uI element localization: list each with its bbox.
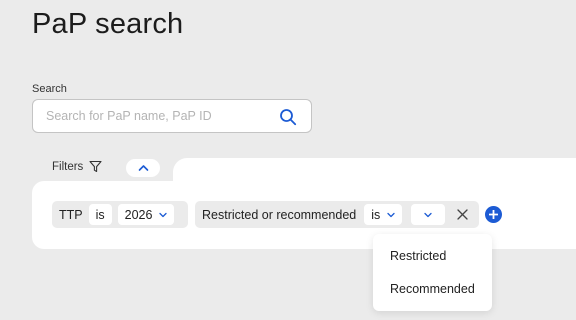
dropdown-option-recommended[interactable]: Recommended bbox=[390, 282, 475, 296]
add-filter-button[interactable] bbox=[485, 206, 502, 223]
filters-header[interactable]: Filters bbox=[52, 160, 102, 173]
plus-icon bbox=[489, 210, 498, 219]
chevron-down-icon bbox=[159, 212, 168, 217]
dropdown-option-restricted[interactable]: Restricted bbox=[390, 249, 446, 263]
value-dropdown-menu: Restricted Recommended bbox=[373, 234, 492, 311]
filter-operator-label: is bbox=[371, 207, 381, 222]
filter-field-ttp[interactable]: TTP bbox=[59, 208, 83, 222]
search-input[interactable] bbox=[46, 100, 266, 132]
filter-operator-label: is bbox=[95, 207, 105, 222]
page-title: PaP search bbox=[32, 8, 184, 40]
filter-operator[interactable]: is bbox=[88, 204, 112, 225]
filters-label: Filters bbox=[52, 160, 84, 173]
chevron-down-icon bbox=[424, 212, 432, 217]
search-label: Search bbox=[32, 83, 67, 95]
filter-chip-ttp: TTP is 2026 bbox=[52, 201, 188, 228]
collapse-filters-button[interactable] bbox=[126, 159, 160, 177]
filter-value-label: 2026 bbox=[124, 207, 153, 222]
close-icon[interactable] bbox=[456, 208, 469, 221]
filter-value-select[interactable] bbox=[411, 204, 446, 225]
search-icon[interactable] bbox=[279, 108, 297, 126]
filter-chip-restricted: Restricted or recommended is bbox=[195, 201, 479, 228]
filter-operator-select[interactable]: is bbox=[364, 204, 403, 225]
filter-value-select[interactable]: 2026 bbox=[117, 204, 175, 225]
funnel-icon bbox=[89, 160, 102, 173]
search-box[interactable] bbox=[32, 99, 312, 133]
filter-field-restricted[interactable]: Restricted or recommended bbox=[202, 208, 356, 222]
chevron-down-icon bbox=[387, 212, 395, 217]
chevron-up-icon bbox=[138, 165, 148, 171]
